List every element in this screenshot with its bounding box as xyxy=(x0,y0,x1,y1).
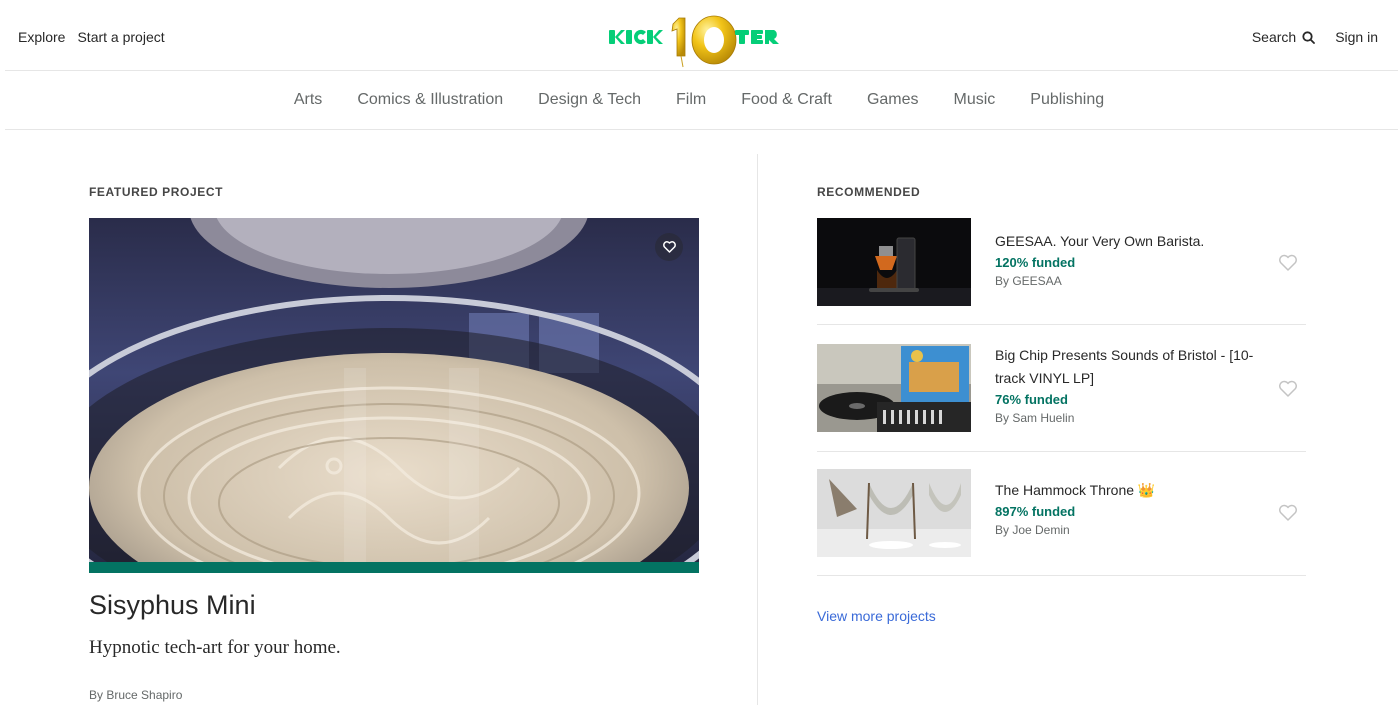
featured-title[interactable]: Sisyphus Mini xyxy=(89,590,256,621)
top-nav-right: Search Sign in xyxy=(1252,29,1378,45)
view-more-projects-link[interactable]: View more projects xyxy=(817,608,936,624)
heart-icon xyxy=(662,241,676,253)
recommended-item[interactable]: GEESAA. Your Very Own Barista. 120% fund… xyxy=(817,218,1306,306)
recommended-divider xyxy=(817,575,1306,576)
sign-in-link[interactable]: Sign in xyxy=(1335,29,1378,45)
heart-icon[interactable] xyxy=(1278,380,1298,398)
search-icon xyxy=(1302,30,1316,44)
category-film[interactable]: Film xyxy=(676,91,706,109)
category-music[interactable]: Music xyxy=(954,91,996,109)
search-button[interactable]: Search xyxy=(1251,29,1316,45)
explore-link[interactable]: Explore xyxy=(18,29,65,45)
recommended-item[interactable]: Big Chip Presents Sounds of Bristol - [1… xyxy=(817,344,1306,432)
recommended-title[interactable]: The Hammock Throne 👑 xyxy=(995,479,1265,502)
hammock-thumbnail xyxy=(817,469,971,557)
recommended-creator[interactable]: By GEESAA xyxy=(995,274,1265,288)
nav-divider xyxy=(5,129,1398,130)
featured-creator[interactable]: By Bruce Shapiro xyxy=(89,688,182,702)
kickstarter-logo[interactable] xyxy=(607,12,782,68)
featured-blurb: Hypnotic tech-art for your home. xyxy=(89,637,341,658)
recommended-info: GEESAA. Your Very Own Barista. 120% fund… xyxy=(995,230,1265,288)
recommended-creator[interactable]: By Joe Demin xyxy=(995,523,1265,537)
category-arts[interactable]: Arts xyxy=(294,91,322,109)
recommended-info: The Hammock Throne 👑 897% funded By Joe … xyxy=(995,479,1265,537)
category-comics-illustration[interactable]: Comics & Illustration xyxy=(357,91,503,109)
recommended-title[interactable]: GEESAA. Your Very Own Barista. xyxy=(995,230,1265,253)
category-publishing[interactable]: Publishing xyxy=(1030,91,1104,109)
recommended-thumbnail[interactable] xyxy=(817,344,971,432)
recommended-item[interactable]: The Hammock Throne 👑 897% funded By Joe … xyxy=(817,469,1306,557)
recommended-title[interactable]: Big Chip Presents Sounds of Bristol - [1… xyxy=(995,344,1265,390)
recommended-creator[interactable]: By Sam Huelin xyxy=(995,411,1265,425)
recommended-divider xyxy=(817,324,1306,325)
recommended-info: Big Chip Presents Sounds of Bristol - [1… xyxy=(995,344,1265,425)
start-project-link[interactable]: Start a project xyxy=(77,29,164,45)
recommended-divider xyxy=(817,451,1306,452)
vinyl-record-thumbnail xyxy=(817,344,971,432)
category-food-craft[interactable]: Food & Craft xyxy=(741,91,832,109)
featured-project-image[interactable] xyxy=(89,218,699,562)
kickstarter-10-balloon-logo-icon xyxy=(609,15,779,68)
top-nav-left: Explore Start a project xyxy=(18,29,165,45)
featured-section-label: FEATURED PROJECT xyxy=(89,185,224,199)
category-design-tech[interactable]: Design & Tech xyxy=(538,91,641,109)
featured-progress-bar xyxy=(89,562,699,573)
recommended-thumbnail[interactable] xyxy=(817,218,971,306)
featured-favorite-button[interactable] xyxy=(655,233,683,261)
category-nav: Arts Comics & Illustration Design & Tech… xyxy=(0,71,1398,129)
recommended-funded: 76% funded xyxy=(995,392,1068,407)
search-label: Search xyxy=(1251,29,1297,45)
recommended-funded: 897% funded xyxy=(995,504,1076,519)
heart-icon[interactable] xyxy=(1278,254,1298,272)
recommended-section-label: RECOMMENDED xyxy=(817,185,921,199)
heart-icon[interactable] xyxy=(1278,504,1298,522)
column-divider xyxy=(757,154,758,705)
category-games[interactable]: Games xyxy=(867,91,919,109)
coffee-maker-thumbnail xyxy=(817,218,971,306)
sand-table-illustration xyxy=(89,218,699,562)
recommended-funded: 120% funded xyxy=(995,255,1076,270)
recommended-thumbnail[interactable] xyxy=(817,469,971,557)
